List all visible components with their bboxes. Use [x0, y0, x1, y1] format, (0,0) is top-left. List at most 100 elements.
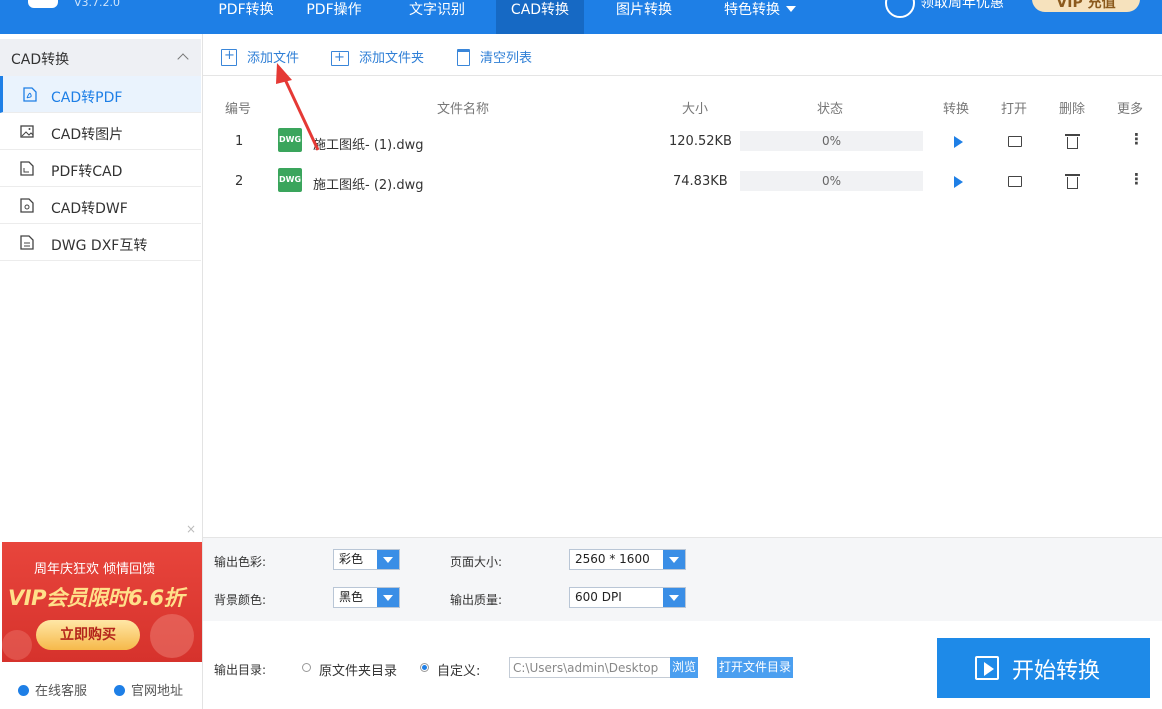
anniversary-promo-link[interactable]: 领取周年优惠 [920, 0, 1004, 12]
radio-custom-folder[interactable] [420, 663, 429, 672]
browse-button[interactable]: 浏览 [670, 657, 698, 678]
start-convert-button[interactable]: 开始转换 [937, 638, 1150, 698]
document-icon [20, 235, 34, 250]
output-color-label: 输出色彩: [214, 555, 267, 569]
sidebar-item-pdf-to-cad[interactable]: PDF转CAD [0, 150, 201, 187]
customer-service-icon [18, 685, 29, 696]
folder-open-icon[interactable] [1008, 136, 1022, 147]
nav-image-convert[interactable]: 图片转换 [602, 0, 686, 34]
trash-icon[interactable] [1065, 134, 1080, 149]
background-color-value: 黑色 [339, 590, 364, 604]
col-header-size: 大小 [682, 102, 709, 117]
browser-icon [114, 685, 125, 696]
clear-list-label: 清空列表 [480, 51, 533, 66]
add-folder-label: 添加文件夹 [359, 51, 425, 66]
chevron-down-icon [663, 588, 685, 607]
online-service-label: 在线客服 [35, 684, 88, 699]
document-icon [20, 161, 34, 176]
col-header-filename: 文件名称 [437, 102, 490, 117]
promo-banner[interactable]: 周年庆狂欢 倾情回馈 VIP会员限时6.6折 立即购买 [2, 542, 202, 662]
sidebar-item-dwg-dxf[interactable]: DWG DXF互转 [0, 224, 201, 261]
sidebar-item-cad-to-dwf[interactable]: CAD转DWF [0, 187, 201, 224]
add-file-icon [221, 48, 237, 66]
sidebar-item-label: CAD转图片 [51, 127, 124, 143]
file-name: 施工图纸- (1).dwg [313, 138, 424, 153]
promo-headline: 周年庆狂欢 倾情回馈 [34, 562, 156, 577]
nav-special-convert[interactable]: 特色转换 [712, 0, 808, 34]
nav-special-label: 特色转换 [724, 2, 780, 18]
col-header-number: 编号 [225, 102, 252, 117]
pdf-file-icon [23, 87, 37, 102]
dwg-file-icon: DWG [278, 128, 302, 152]
dwg-file-icon: DWG [278, 168, 302, 192]
promo-discount: VIP会员限时6.6折 [8, 586, 185, 610]
sidebar-item-cad-to-pdf[interactable]: CAD转PDF [0, 76, 201, 113]
row-number: 1 [235, 134, 244, 149]
output-settings-panel: 输出色彩: 彩色 页面大小: 2560 * 1600 背景颜色: 黑色 输出质量… [203, 537, 1162, 621]
col-header-more: 更多 [1117, 102, 1144, 117]
col-header-convert: 转换 [943, 102, 970, 117]
col-header-status: 状态 [817, 102, 844, 117]
col-header-delete: 删除 [1059, 102, 1086, 117]
decoration [2, 630, 32, 660]
trash-icon [457, 49, 470, 66]
open-folder-button[interactable]: 打开文件目录 [717, 657, 793, 678]
sidebar-item-cad-to-image[interactable]: CAD转图片 [0, 113, 201, 150]
add-file-button[interactable]: 添加文件 [221, 47, 299, 66]
nav-pdf-convert[interactable]: PDF转换 [206, 0, 286, 34]
play-icon[interactable] [954, 136, 963, 148]
add-folder-icon [331, 50, 349, 66]
output-path-input[interactable] [509, 657, 671, 678]
background-color-label: 背景颜色: [214, 593, 267, 607]
nav-ocr[interactable]: 文字识别 [396, 0, 478, 34]
chevron-down-icon [377, 550, 399, 569]
top-navigation-bar: V3.7.2.0 PDF转换 PDF操作 文字识别 CAD转换 图片转换 特色转… [0, 0, 1162, 34]
nav-cad-convert[interactable]: CAD转换 [496, 0, 584, 34]
sidebar-item-label: CAD转PDF [51, 90, 123, 106]
row-number: 2 [235, 174, 244, 189]
custom-folder-label: 自定义: [437, 664, 481, 679]
sidebar-section-title: CAD转换 [11, 52, 70, 68]
file-size: 74.83KB [673, 174, 728, 189]
vip-recharge-button[interactable]: VIP 充值 [1032, 0, 1140, 12]
file-name: 施工图纸- (2).dwg [313, 178, 424, 193]
official-site-link[interactable]: 官网地址 [114, 680, 183, 699]
chevron-down-icon [377, 588, 399, 607]
output-quality-select[interactable]: 600 DPI [569, 587, 686, 608]
original-folder-label: 原文件夹目录 [319, 664, 398, 679]
start-convert-label: 开始转换 [1012, 659, 1101, 684]
file-size: 120.52KB [669, 134, 732, 149]
decoration [150, 614, 194, 658]
background-color-select[interactable]: 黑色 [333, 587, 400, 608]
left-sidebar: CAD转换 CAD转PDF CAD转图片 PDF转CAD CAD转DWF DWG… [0, 34, 203, 709]
output-color-value: 彩色 [339, 552, 364, 566]
page-size-value: 2560 * 1600 [575, 552, 650, 566]
sidebar-section-header[interactable]: CAD转换 [0, 39, 201, 76]
chevron-down-icon [663, 550, 685, 569]
output-color-select[interactable]: 彩色 [333, 549, 400, 570]
app-logo [28, 0, 58, 8]
buy-now-button[interactable]: 立即购买 [36, 620, 140, 650]
file-toolbar: 添加文件 添加文件夹 清空列表 [203, 34, 1162, 76]
play-icon [975, 656, 999, 680]
ad-close-icon[interactable]: × [186, 522, 196, 536]
trash-icon[interactable] [1065, 174, 1080, 189]
radio-original-folder[interactable] [302, 663, 311, 672]
page-size-label: 页面大小: [450, 555, 503, 569]
progress-bar: 0% [740, 171, 923, 191]
clear-list-button[interactable]: 清空列表 [457, 47, 532, 66]
sidebar-item-label: DWG DXF互转 [51, 238, 148, 254]
more-options-icon[interactable]: ⋮ [1129, 130, 1144, 148]
sidebar-item-label: PDF转CAD [51, 164, 123, 180]
online-service-link[interactable]: 在线客服 [18, 680, 87, 699]
more-options-icon[interactable]: ⋮ [1129, 170, 1144, 188]
add-folder-button[interactable]: 添加文件夹 [331, 47, 424, 66]
play-icon[interactable] [954, 176, 963, 188]
user-avatar-icon[interactable] [885, 0, 915, 18]
nav-pdf-operation[interactable]: PDF操作 [292, 0, 376, 34]
folder-open-icon[interactable] [1008, 176, 1022, 187]
output-quality-value: 600 DPI [575, 590, 622, 604]
chevron-down-icon [786, 6, 796, 12]
page-size-select[interactable]: 2560 * 1600 [569, 549, 686, 570]
image-icon [20, 125, 34, 138]
